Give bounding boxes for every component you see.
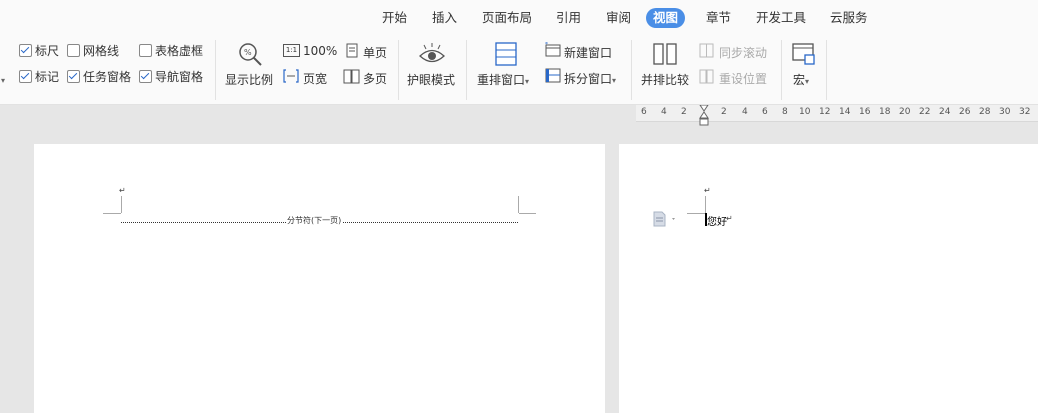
paragraph-mark-icon: ↵ — [119, 186, 126, 195]
split-window-button[interactable]: 拆分窗口▾ — [564, 70, 616, 87]
section-break-label: 分节符(下一页) — [286, 215, 343, 226]
ruler-tick: 30 — [999, 107, 1011, 117]
ruler-tick: 8 — [782, 107, 788, 117]
sync-scroll-icon — [699, 43, 714, 61]
marks-checkbox[interactable]: 标记 — [19, 69, 59, 85]
ruler-tick: 6 — [762, 107, 768, 117]
checkbox-icon — [139, 44, 152, 57]
percent-100-icon[interactable]: 1:1 — [283, 44, 300, 57]
zoom-magnifier-icon[interactable]: % — [236, 41, 264, 72]
tab-cloud-service[interactable]: 云服务 — [823, 8, 875, 28]
page-width-icon[interactable] — [283, 69, 299, 86]
macro-button[interactable]: 宏▾ — [793, 71, 809, 88]
sync-scroll-button[interactable]: 同步滚动 — [719, 44, 767, 61]
paragraph-mark-icon: ↵ — [704, 186, 711, 195]
corner-mark — [103, 213, 121, 214]
checkbox-icon — [67, 44, 80, 57]
reset-position-button[interactable]: 重设位置 — [719, 70, 767, 87]
ruler-tick: 20 — [899, 107, 911, 117]
horizontal-ruler[interactable]: 6 4 2 2 4 6 8 10 12 14 16 18 20 22 24 26… — [636, 104, 1038, 126]
ruler-tick: 26 — [959, 107, 971, 117]
ruler-tick: 14 — [839, 107, 851, 117]
macro-icon[interactable] — [792, 42, 816, 69]
tab-insert[interactable]: 插入 — [425, 8, 464, 28]
ruler-tick: 2 — [721, 107, 727, 117]
tab-view[interactable]: 视图 — [646, 8, 686, 28]
divider — [781, 40, 782, 100]
menu-bar: 开始 插入 页面布局 引用 审阅 视图 章节 开发工具 云服务 — [0, 0, 1038, 36]
svg-text:%: % — [244, 48, 252, 57]
divider — [631, 40, 632, 100]
caret-down-icon[interactable]: ▾ — [1, 76, 5, 85]
eye-mode-button[interactable]: 护眼模式 — [407, 71, 455, 88]
corner-mark — [687, 213, 705, 214]
ruler-tick: 4 — [661, 107, 667, 117]
display-ratio-label[interactable]: 显示比例 — [225, 71, 273, 88]
tab-review[interactable]: 审阅 — [599, 8, 638, 28]
ruler-tick: 24 — [939, 107, 951, 117]
ruler-tick: 4 — [742, 107, 748, 117]
tab-references[interactable]: 引用 — [549, 8, 588, 28]
ruler-tick: 22 — [919, 107, 931, 117]
split-window-icon[interactable] — [545, 68, 561, 86]
single-page-icon[interactable] — [346, 43, 358, 61]
ruler-tick: 12 — [819, 107, 831, 117]
eye-icon[interactable] — [418, 41, 446, 70]
tab-developer[interactable]: 开发工具 — [749, 8, 813, 28]
divider — [398, 40, 399, 100]
document-paste-icon[interactable] — [653, 211, 679, 230]
ruler-tick: 32 — [1019, 107, 1031, 117]
ruler-tick: 28 — [979, 107, 991, 117]
rearrange-windows-button[interactable]: 重排窗口▾ — [477, 71, 529, 88]
ruler-checkbox[interactable]: 标尺 — [19, 43, 59, 59]
ruler-tick: 16 — [859, 107, 871, 117]
single-page-button[interactable]: 单页 — [363, 44, 387, 61]
caret-down-icon: ▾ — [525, 77, 530, 86]
reset-position-icon — [699, 69, 714, 87]
side-by-side-button[interactable]: 并排比较 — [641, 71, 689, 88]
corner-mark — [121, 196, 122, 213]
svg-text:*: * — [545, 42, 548, 48]
gridlines-checkbox[interactable]: 网格线 — [67, 43, 119, 59]
page-width-button[interactable]: 页宽 — [303, 70, 327, 87]
corner-mark — [705, 196, 706, 213]
new-window-icon[interactable]: * — [545, 41, 561, 60]
nav-pane-checkbox[interactable]: 导航窗格 — [139, 69, 203, 85]
divider — [215, 40, 216, 100]
multi-page-icon[interactable] — [343, 69, 360, 87]
corner-mark — [519, 213, 536, 214]
indent-marker-icon[interactable] — [699, 104, 709, 130]
checkbox-icon — [67, 70, 80, 83]
checkbox-icon — [139, 70, 152, 83]
checkbox-icon — [19, 70, 32, 83]
zoom-100-button[interactable]: 100% — [303, 44, 337, 58]
divider — [466, 40, 467, 100]
table-gridlines-checkbox[interactable]: 表格虚框 — [139, 43, 203, 59]
task-pane-checkbox[interactable]: 任务窗格 — [67, 69, 131, 85]
ruler-tick: 6 — [641, 107, 647, 117]
ruler-tick: 2 — [681, 107, 687, 117]
tab-home[interactable]: 开始 — [375, 8, 414, 28]
ruler-tick: 10 — [799, 107, 811, 117]
caret-down-icon: ▾ — [612, 76, 617, 85]
rearrange-windows-icon[interactable] — [495, 42, 517, 69]
multi-page-button[interactable]: 多页 — [363, 70, 387, 87]
tab-page-layout[interactable]: 页面布局 — [475, 8, 539, 28]
checkbox-icon — [19, 44, 32, 57]
new-window-button[interactable]: 新建窗口 — [564, 44, 612, 61]
side-by-side-icon[interactable] — [653, 42, 677, 69]
document-page-1[interactable]: ↵ 分节符(下一页) — [34, 144, 605, 413]
corner-mark — [518, 196, 519, 213]
ruler-tick: 18 — [879, 107, 891, 117]
paragraph-mark-icon: ↵ — [726, 214, 733, 223]
caret-down-icon: ▾ — [805, 77, 810, 86]
document-page-2[interactable]: ↵ 您好 ↵ — [619, 144, 1038, 413]
tab-chapter[interactable]: 章节 — [699, 8, 738, 28]
document-text: 您好 — [707, 217, 727, 228]
ribbon-view: ▾ 标尺 网格线 表格虚框 标记 任务窗格 导航窗格 % 显示比例 1:1 10… — [0, 36, 1038, 105]
divider — [826, 40, 827, 100]
